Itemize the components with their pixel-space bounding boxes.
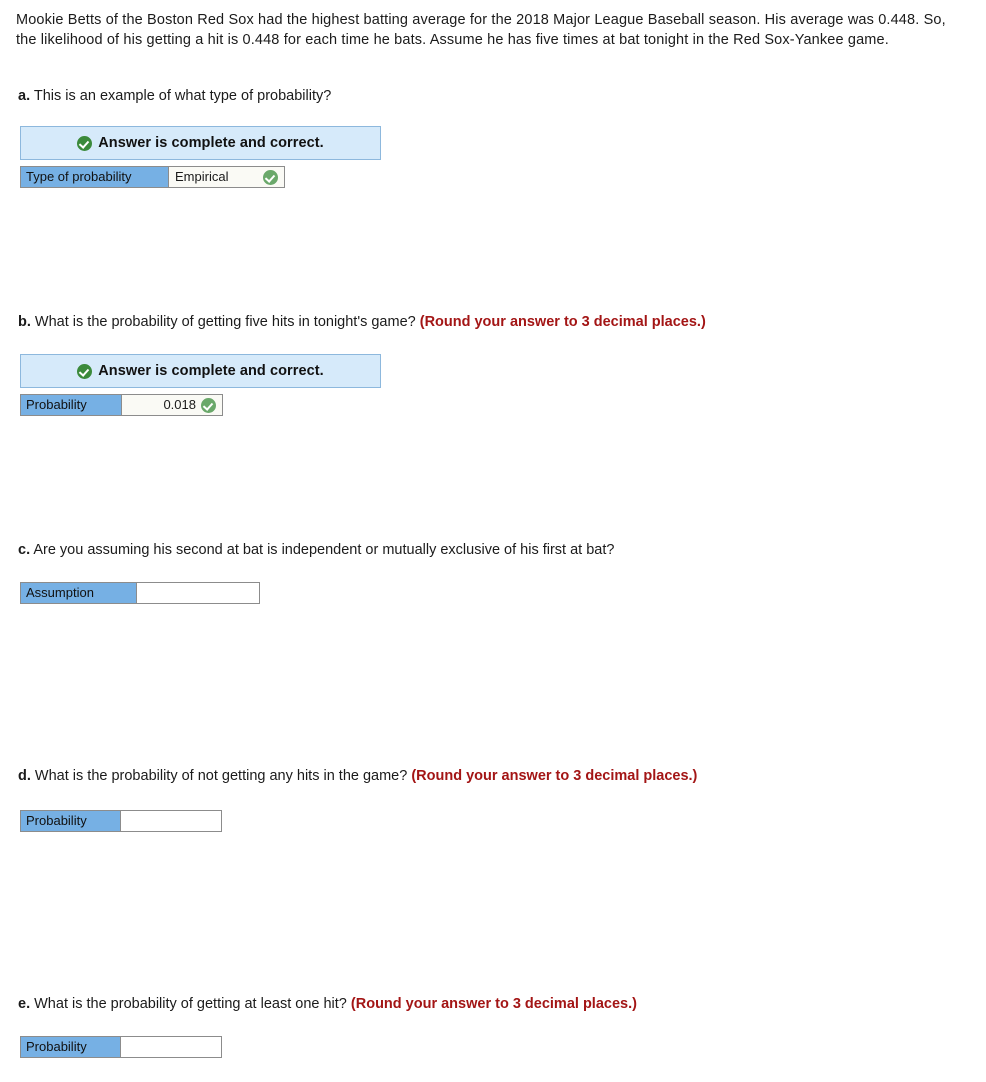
question-text-b: What is the probability of getting five … xyxy=(34,314,416,330)
question-prompt-c: c. Are you assuming his second at bat is… xyxy=(18,541,614,560)
answer-status-banner-a: Answer is complete and correct. xyxy=(20,126,381,160)
answer-label-a: Type of probability xyxy=(21,167,169,187)
question-prompt-b: b. What is the probability of getting fi… xyxy=(18,313,706,332)
answer-input-e[interactable] xyxy=(121,1037,221,1057)
question-note-b: (Round your answer to 3 decimal places.) xyxy=(419,314,706,330)
answer-value-cell-a[interactable]: Empirical xyxy=(169,167,284,187)
answer-input-d[interactable] xyxy=(121,811,221,831)
question-text-e: What is the probability of getting at le… xyxy=(34,996,347,1012)
answer-label-d: Probability xyxy=(21,811,121,831)
answer-value-cell-b[interactable]: 0.018 xyxy=(122,395,222,415)
question-text-a: This is an example of what type of proba… xyxy=(33,88,332,104)
answer-row-c: Assumption xyxy=(20,582,260,604)
answer-value-b: 0.018 xyxy=(163,397,196,412)
check-circle-icon xyxy=(77,135,93,151)
question-letter-b: b. xyxy=(18,314,31,330)
answer-row-a: Type of probability Empirical xyxy=(20,166,285,188)
answer-row-e: Probability xyxy=(20,1036,222,1058)
answer-label-e: Probability xyxy=(21,1037,121,1057)
question-page: Mookie Betts of the Boston Red Sox had t… xyxy=(0,0,986,1082)
answer-input-c[interactable] xyxy=(137,583,259,603)
question-text-c: Are you assuming his second at bat is in… xyxy=(33,542,615,558)
question-note-e: (Round your answer to 3 decimal places.) xyxy=(350,996,637,1012)
question-prompt-a: a. This is an example of what type of pr… xyxy=(18,87,331,106)
answer-value-a: Empirical xyxy=(175,169,229,184)
question-note-d: (Round your answer to 3 decimal places.) xyxy=(411,768,698,784)
problem-statement: Mookie Betts of the Boston Red Sox had t… xyxy=(16,12,946,48)
question-prompt-e: e. What is the probability of getting at… xyxy=(18,995,637,1014)
answer-label-b: Probability xyxy=(21,395,122,415)
answer-row-d: Probability xyxy=(20,810,222,832)
question-text-d: What is the probability of not getting a… xyxy=(34,768,408,784)
answer-status-text-b: Answer is complete and correct. xyxy=(98,363,324,379)
check-circle-icon xyxy=(201,397,216,413)
question-letter-e: e. xyxy=(18,996,31,1012)
answer-label-c: Assumption xyxy=(21,583,137,603)
check-circle-icon xyxy=(77,363,93,379)
question-letter-a: a. xyxy=(18,88,31,104)
answer-status-banner-b: Answer is complete and correct. xyxy=(20,354,381,388)
check-circle-icon xyxy=(263,169,278,185)
answer-row-b: Probability 0.018 xyxy=(20,394,223,416)
question-letter-c: c. xyxy=(18,542,31,558)
answer-status-text-a: Answer is complete and correct. xyxy=(98,135,324,151)
question-prompt-d: d. What is the probability of not gettin… xyxy=(18,767,697,786)
question-letter-d: d. xyxy=(18,768,31,784)
